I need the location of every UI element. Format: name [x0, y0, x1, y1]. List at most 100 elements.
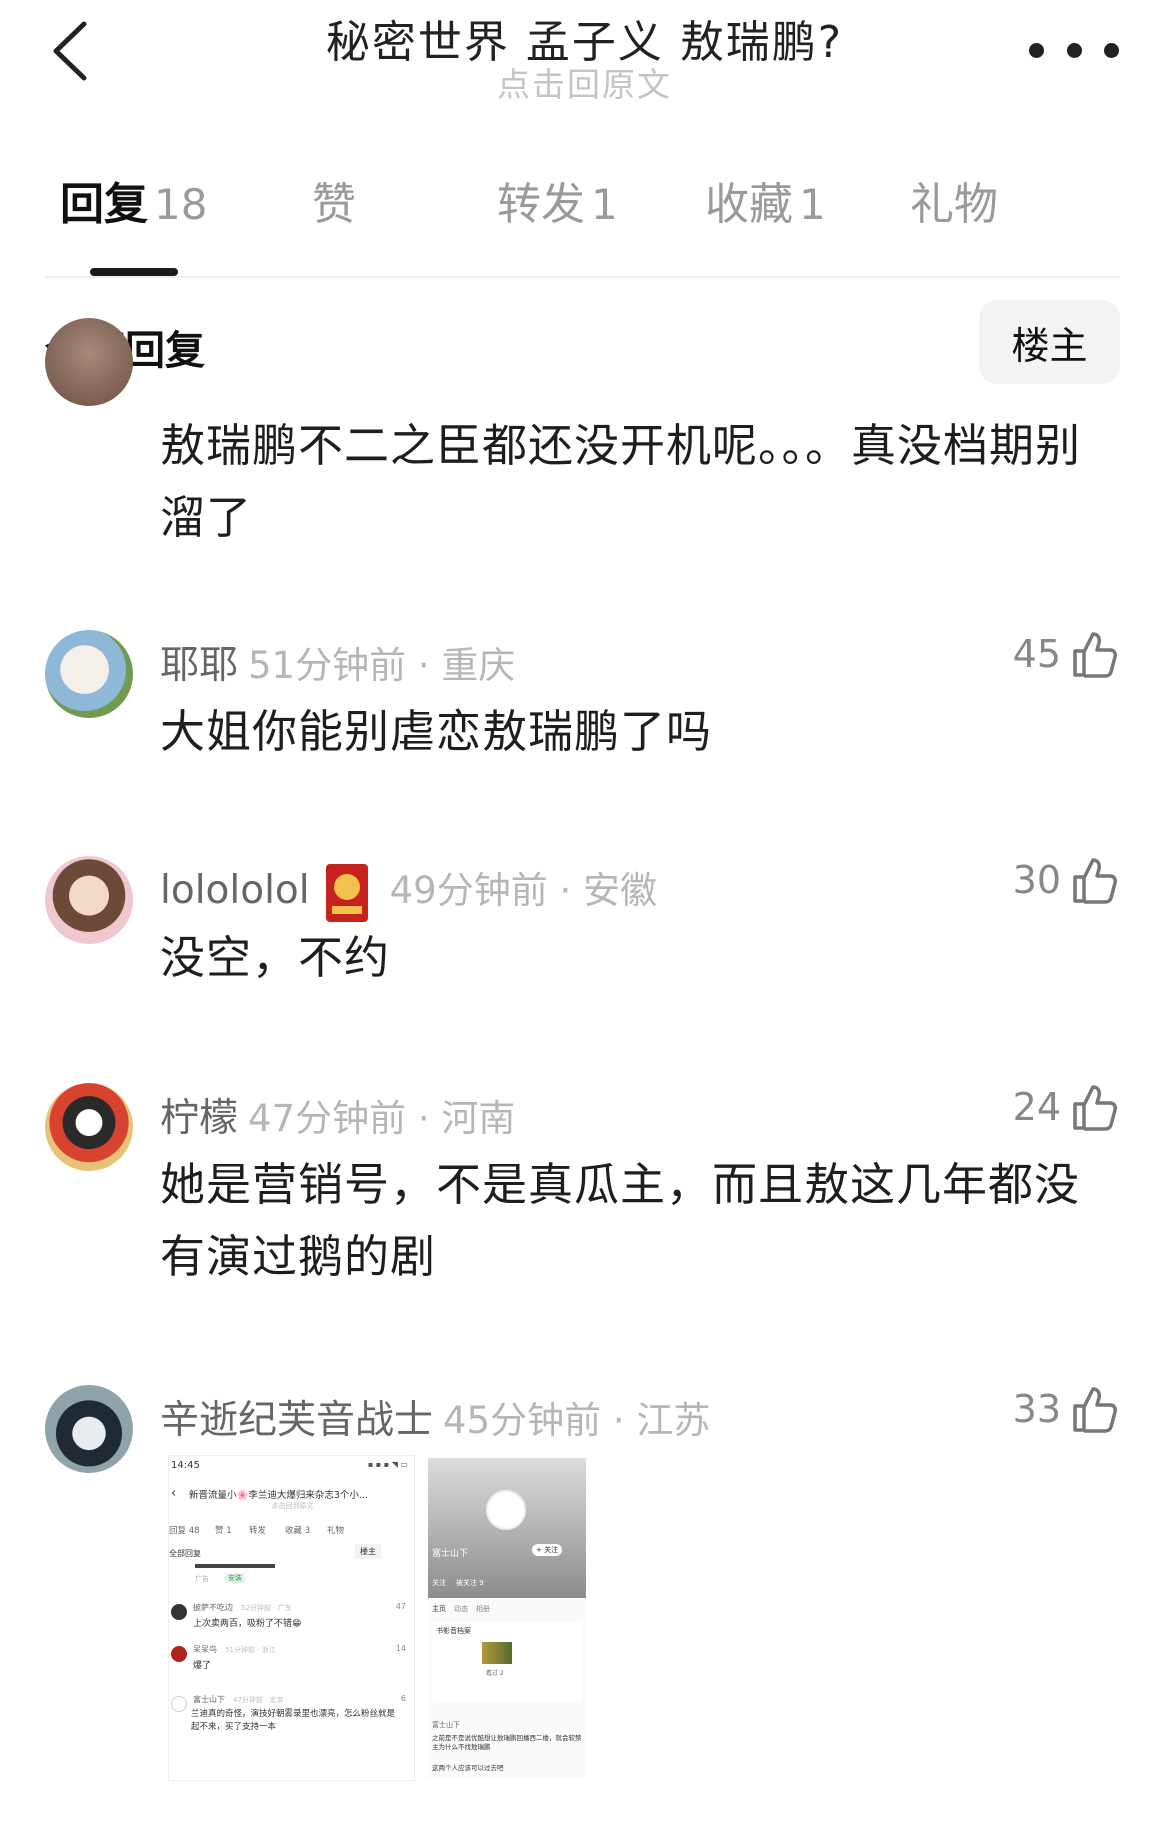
tab-gifts[interactable]: 礼物	[910, 168, 998, 232]
profile-tab: 相册	[476, 1605, 490, 1613]
tab-label: 回复	[60, 179, 148, 230]
like-count: 45	[1012, 632, 1061, 676]
profile-tab: 动态	[454, 1605, 468, 1613]
embedded-likes: 14	[395, 1644, 406, 1653]
like-count: 30	[1012, 858, 1061, 902]
embedded-subtitle: 点击回到原文	[271, 1502, 314, 1510]
thumbs-up-icon	[1073, 632, 1117, 678]
timestamp-location: 45分钟前 · 江苏	[443, 1399, 711, 1442]
embedded-avatar	[171, 1604, 187, 1620]
more-dot	[1066, 42, 1082, 58]
timestamp-location: 47分钟前 · 河南	[248, 1097, 516, 1140]
post-text-2: 这两个人应该可以过去吧	[432, 1764, 504, 1772]
embedded-username: 呆呆鸟	[193, 1645, 217, 1654]
embedded-time: 52分钟前 · 广东	[241, 1604, 292, 1612]
thumbs-up-icon	[1073, 858, 1117, 904]
archive-card-title: 书影音档案	[436, 1627, 471, 1635]
chevron-left-icon	[53, 21, 87, 81]
timestamp-location: 49分钟前 · 安徽	[389, 869, 657, 912]
embedded-time: 47分钟前 · 北京	[233, 1696, 284, 1704]
more-options-button[interactable]	[1029, 34, 1119, 66]
embedded-avatar	[171, 1696, 187, 1712]
comment-meta: 柠檬 47分钟前 · 河南	[160, 1087, 515, 1143]
embedded-section: 全部回复	[169, 1549, 201, 1558]
comment-text: 敖瑞鹏不二之臣都还没开机呢。。。真没档期别溜了	[160, 419, 1082, 544]
tab-count: 18	[154, 180, 208, 229]
profile-stat: 关注	[432, 1579, 446, 1587]
attached-image-2[interactable]: 富士山下 + 关注 关注 被关注 9 主页 动态 相册 书影音档案 看过 2 富…	[428, 1458, 586, 1778]
comment-text: 大姐你能别虐恋敖瑞鹏了吗	[160, 705, 713, 758]
thumbs-up-icon	[1073, 1387, 1117, 1433]
archive-item: 看过 2	[486, 1670, 504, 1677]
embedded-title: 新晋流量小🌸李兰迪大爆归来杂志3个小...	[189, 1490, 368, 1501]
more-dots-icon	[1029, 42, 1044, 58]
comment-text: 她是营销号，不是真瓜主，而且敖这几年都没有演过鹅的剧	[160, 1158, 1081, 1283]
embedded-tab: 收藏 3	[285, 1526, 311, 1536]
embedded-tab: 回复 48	[169, 1526, 200, 1536]
like-button[interactable]: 24	[1013, 1083, 1119, 1131]
profile-avatar	[486, 1490, 526, 1530]
tab-replies[interactable]: 回复 18	[60, 168, 207, 232]
like-count: 33	[1012, 1387, 1061, 1431]
post-author: 富士山下	[432, 1721, 460, 1729]
post-text: 之前是不是说优酷想让敖瑞鹏回播西二楼，就会软禁主为什么不找敖瑞鹏	[432, 1734, 582, 1751]
tab-reposts[interactable]: 转发 1	[497, 168, 618, 232]
profile-tab: 主页	[432, 1605, 446, 1613]
tab-likes[interactable]: 赞	[312, 168, 356, 232]
avatar[interactable]	[45, 856, 133, 944]
embedded-likes: 47	[395, 1602, 406, 1611]
like-button[interactable]: 45	[1013, 630, 1119, 678]
username[interactable]: 耶耶	[160, 643, 238, 688]
like-button[interactable]: 33	[1013, 1385, 1119, 1433]
avatar[interactable]	[45, 1385, 133, 1473]
tab-count: 1	[799, 180, 826, 229]
embedded-username: 披萨不吃边	[193, 1603, 233, 1612]
status-icons: ▪ ▪ ▪ ◥ ▭	[367, 1460, 408, 1469]
like-count: 24	[1012, 1085, 1061, 1129]
avatar[interactable]	[45, 318, 133, 406]
embedded-tab: 礼物	[327, 1526, 345, 1536]
top-bar: 秘密世界 孟子义 敖瑞鹏? 点击回原文	[0, 0, 1169, 120]
tab-label: 赞	[312, 179, 356, 230]
owner-only-button[interactable]: 楼主	[979, 300, 1120, 384]
embedded-tab: 转发	[249, 1526, 267, 1536]
chevron-left-icon: ‹	[171, 1486, 177, 1501]
embedded-tab: 赞 1	[215, 1526, 232, 1536]
embedded-ad-tag: 安装	[225, 1573, 245, 1583]
avatar[interactable]	[45, 1083, 133, 1171]
back-button[interactable]	[40, 16, 100, 86]
embedded-time: 51分钟前 · 浙江	[225, 1646, 276, 1654]
embedded-ad: 广告	[195, 1575, 209, 1583]
username[interactable]: lolololol	[160, 868, 310, 913]
tab-label: 收藏	[705, 179, 793, 230]
avatar[interactable]	[45, 630, 133, 718]
username[interactable]: 柠檬	[160, 1096, 238, 1141]
embedded-comment: 兰迪真的奇怪，演技好朝雾录里也漂亮，怎么粉丝就是起不来，买了支持一本	[191, 1709, 396, 1732]
embedded-comment: 上次卖两百，吸粉了不错😁	[193, 1619, 302, 1629]
follow-button: + 关注	[532, 1544, 563, 1556]
embedded-likes: 6	[400, 1694, 406, 1703]
comment-meta: 辛逝纪芙音战士 45分钟前 · 江苏	[160, 1389, 710, 1445]
tab-label: 礼物	[910, 179, 998, 230]
active-tab-indicator	[90, 268, 178, 276]
tab-count: 1	[591, 180, 618, 229]
profile-name: 富士山下	[432, 1549, 469, 1559]
embedded-owner: 楼主	[355, 1544, 381, 1559]
timestamp-location: 51分钟前 · 重庆	[248, 644, 516, 687]
red-envelope-badge-icon	[325, 863, 368, 922]
tab-label: 转发	[497, 179, 585, 230]
username[interactable]: 辛逝纪芙音战士	[160, 1398, 433, 1443]
archive-cover	[482, 1642, 512, 1664]
attached-image-1[interactable]: 14:45 ▪ ▪ ▪ ◥ ▭ ‹ 新晋流量小🌸李兰迪大爆归来杂志3个小... …	[168, 1455, 415, 1781]
thumbs-up-icon	[1073, 1085, 1117, 1131]
back-to-original-link[interactable]: 点击回原文	[200, 58, 969, 106]
comment-meta: 耶耶 51分钟前 · 重庆	[160, 634, 515, 690]
comment-text: 没空，不约	[160, 931, 391, 984]
comment-meta: lolololol 49分钟前 · 安徽	[160, 860, 657, 922]
tab-favorites[interactable]: 收藏 1	[705, 168, 826, 232]
profile-stat: 被关注 9	[456, 1579, 484, 1587]
divider	[45, 276, 1120, 278]
like-button[interactable]: 30	[1013, 856, 1119, 904]
embedded-avatar	[171, 1646, 187, 1662]
embedded-username: 富士山下	[193, 1695, 225, 1704]
